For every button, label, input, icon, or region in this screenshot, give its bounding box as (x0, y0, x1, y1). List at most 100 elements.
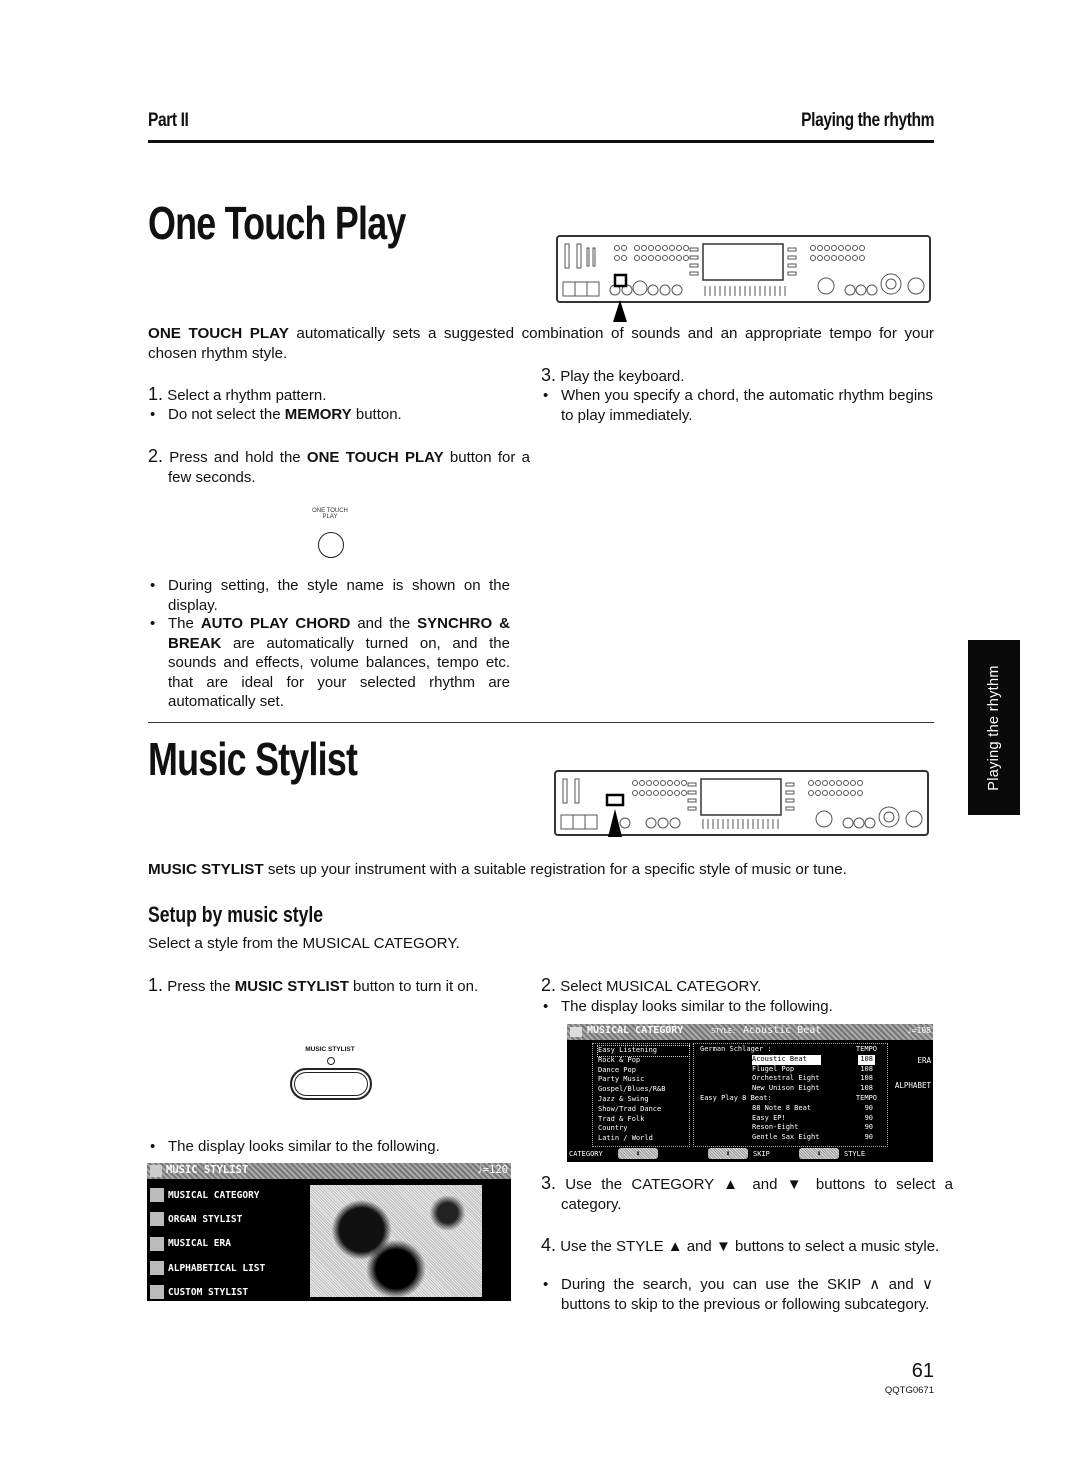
setup-intro: Select a style from the MUSICAL CATEGORY… (148, 935, 460, 952)
side-tab-label: Playing the rhythm (986, 664, 1002, 791)
intro-bold: MUSIC STYLIST (148, 861, 264, 878)
stylist-menu-item[interactable]: ALPHABETICAL LIST (150, 1256, 305, 1280)
group-name: Easy Play 8 Beat: (700, 1093, 772, 1102)
keyboard-panel-diagram-2 (554, 770, 929, 837)
otp-step-2: 2. Press and hold the ONE TOUCH PLAY but… (148, 446, 530, 487)
alphabet-label[interactable]: ALPHABET (895, 1081, 931, 1090)
stylist-menu-item[interactable]: MUSICAL CATEGORY (150, 1183, 305, 1207)
music-stylist-display: MUSIC STYLIST ♩=120 MUSICAL CATEGORY ORGA… (147, 1163, 511, 1301)
style-name: New Unison Eight (752, 1084, 820, 1093)
display-tempo: ♩=120 (476, 1164, 508, 1176)
category-item[interactable]: Latin / World (598, 1134, 689, 1144)
stylist-menu-item[interactable]: MUSICAL ERA (150, 1232, 305, 1256)
style-item[interactable]: New Unison Eight 108 (700, 1084, 883, 1094)
music-stylist-title: Music Stylist (148, 733, 358, 785)
one-touch-play-button[interactable] (318, 532, 344, 558)
menu-item-icon (150, 1285, 164, 1300)
otp-bullet-b: The AUTO PLAY CHORD and the SYNCHRO & BR… (148, 614, 510, 712)
menu-item-icon (150, 1261, 164, 1276)
display-tempo: ♩=108 (906, 1026, 931, 1035)
category-item[interactable]: Trad & Folk (598, 1115, 689, 1125)
ms-step-2: 2. Select MUSICAL CATEGORY. (541, 975, 933, 997)
style-name: Acoustic Beat (752, 1054, 821, 1065)
era-label[interactable]: ERA (917, 1056, 931, 1065)
stylist-menu: MUSICAL CATEGORY ORGAN STYLIST MUSICAL ERA… (150, 1183, 305, 1301)
style-item[interactable]: 88 Note 8 Beat 90 (700, 1104, 883, 1114)
step-text: Play the keyboard. (560, 368, 685, 385)
style-list-frame: German Schlager : TEMPO Acoustic Beat 108 Fl… (693, 1043, 888, 1147)
group-name: German Schlager : (700, 1045, 772, 1053)
category-list: Easy Listening Rock & Pop Dance Pop Party M… (593, 1044, 690, 1144)
step-number: 1. (148, 975, 164, 995)
otp-bullet-a: During setting, the style name is shown … (148, 576, 510, 615)
style-tempo: 90 (864, 1103, 873, 1112)
style-name: Flugel Pop (752, 1064, 795, 1073)
step-text: button to turn it on. (348, 978, 479, 995)
setup-subtitle: Setup by music style (148, 902, 324, 927)
ms-step-4-bullet: During the search, you can use the SKIP … (541, 1275, 933, 1314)
ms-step-3: 3. Use the CATEGORY ▲ and ▼ buttons to s… (541, 1173, 953, 1214)
ms-step-1-bullet: The display looks similar to the followi… (148, 1137, 510, 1157)
ms-step-1: 1. Press the MUSIC STYLIST button to tur… (148, 975, 530, 997)
style-value: Acoustic Beat (743, 1025, 822, 1036)
step-number: 3. (541, 1173, 557, 1193)
menu-item-label: CUSTOM STYLIST (168, 1286, 249, 1298)
category-updown-button[interactable]: ⬍ (618, 1148, 658, 1159)
bullet-text: Do not select the (168, 406, 285, 423)
music-stylist-button[interactable] (290, 1068, 372, 1100)
style-item[interactable]: Acoustic Beat 108 (700, 1054, 883, 1065)
style-item[interactable]: Gentle Sax Eight 90 (700, 1133, 883, 1143)
style-tempo: 108 (860, 1064, 873, 1073)
intro-bold: ONE TOUCH PLAY (148, 325, 289, 342)
style-updown-button[interactable]: ⬍ (799, 1148, 839, 1159)
one-touch-play-title: One Touch Play (148, 197, 406, 249)
style-name: Orchestral Eight (752, 1074, 820, 1083)
style-name: Reson-Eight (752, 1123, 799, 1132)
skip-updown-button[interactable]: ⬍ (708, 1148, 748, 1159)
menu-item-icon (150, 1188, 164, 1203)
stylist-menu-item[interactable]: CUSTOM STYLIST (150, 1280, 305, 1301)
musical-category-icon (570, 1027, 582, 1037)
page-number: 61 (911, 1360, 934, 1382)
music-stylist-intro: MUSIC STYLIST sets up your instrument wi… (148, 860, 948, 880)
step-text: Select MUSICAL CATEGORY. (560, 978, 762, 995)
style-name: Easy EP! (752, 1113, 786, 1122)
style-item[interactable]: Reson-Eight 90 (700, 1123, 883, 1133)
header-rule (148, 140, 934, 143)
category-list-frame: Easy Listening Rock & Pop Dance Pop Party M… (592, 1043, 690, 1147)
category-item[interactable]: Gospel/Blues/R&B (598, 1085, 689, 1095)
otp-step-1-bullet: Do not select the MEMORY button. (148, 405, 510, 425)
style-item[interactable]: Orchestral Eight 108 (700, 1074, 883, 1084)
step-text: Press and hold the (169, 449, 307, 466)
style-item[interactable]: Flugel Pop 108 (700, 1065, 883, 1075)
music-stylist-icon (150, 1165, 162, 1177)
category-item[interactable]: Country (598, 1124, 689, 1134)
step-bold: MUSIC STYLIST (234, 978, 349, 995)
part-label: Part II (148, 110, 189, 131)
style-tempo: 90 (864, 1123, 873, 1132)
category-item[interactable]: Party Music (598, 1075, 689, 1085)
bullet-text: button. (351, 406, 402, 423)
stylist-illustration (310, 1185, 482, 1297)
category-item[interactable]: Dance Pop (598, 1066, 689, 1076)
step-number: 1. (148, 384, 164, 404)
display-title: MUSIC STYLIST (166, 1164, 249, 1176)
otp-step-3: 3. Play the keyboard. (541, 365, 933, 387)
step-number: 2. (148, 446, 164, 466)
category-item[interactable]: Easy Listening (597, 1045, 690, 1057)
style-bottom-label: STYLE (844, 1150, 866, 1158)
category-item[interactable]: Jazz & Swing (598, 1095, 689, 1105)
tempo-header: TEMPO (855, 1093, 877, 1102)
ms-step-4: 4. Use the STYLE ▲ and ▼ buttons to sele… (541, 1235, 953, 1257)
bullet-bold: MEMORY (284, 406, 352, 423)
category-label: CATEGORY (569, 1150, 603, 1158)
step-text: Use the CATEGORY ▲ and ▼ buttons to sele… (561, 1176, 953, 1213)
stylist-menu-item[interactable]: ORGAN STYLIST (150, 1207, 305, 1231)
step-number: 4. (541, 1235, 557, 1255)
category-item[interactable]: Rock & Pop (598, 1056, 689, 1066)
music-stylist-led-icon (327, 1057, 335, 1065)
category-item[interactable]: Show/Trad Dance (598, 1105, 689, 1115)
style-tempo: 108 (858, 1054, 875, 1065)
style-item[interactable]: Easy EP! 90 (700, 1114, 883, 1124)
style-group-header: Easy Play 8 Beat: TEMPO (700, 1094, 883, 1104)
